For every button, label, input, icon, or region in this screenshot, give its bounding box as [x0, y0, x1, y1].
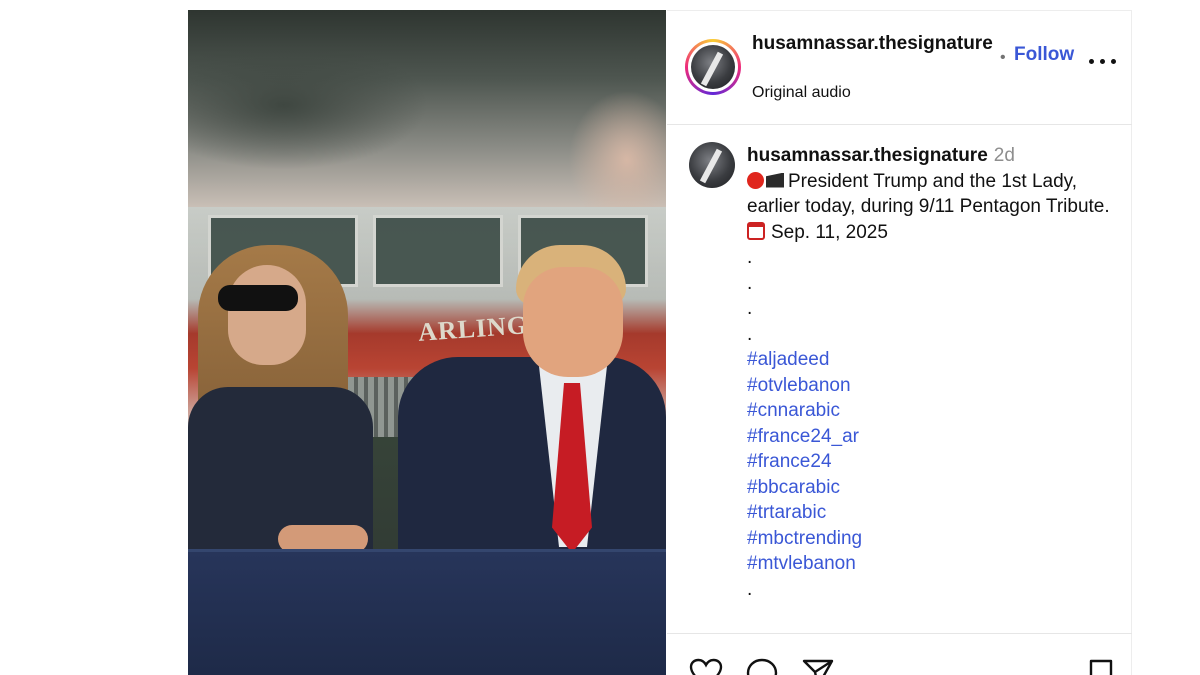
action-bar — [667, 633, 1132, 675]
more-options-icon[interactable] — [1087, 51, 1119, 71]
hashtag-link[interactable]: #france24_ar — [747, 424, 1117, 450]
caption-avatar[interactable] — [689, 142, 735, 188]
header-username[interactable]: husamnassar.thesignature — [752, 31, 997, 57]
hashtag-link[interactable]: #mtvlebanon — [747, 551, 1117, 577]
post-header: husamnassar.thesignature Original audio … — [667, 11, 1132, 125]
caption-dot: . — [747, 323, 753, 345]
hashtag-link[interactable]: #bbcarabic — [747, 475, 1117, 501]
man-figure — [398, 357, 666, 557]
caption-dot: . — [747, 247, 753, 268]
blurred-background — [188, 10, 666, 207]
caption-dot: . — [747, 298, 753, 319]
caption-date: Sep. 11, 2025 — [771, 221, 888, 243]
calendar-icon — [747, 221, 765, 240]
hashtag-link[interactable]: #cnnarabic — [747, 398, 1117, 424]
post-time[interactable]: 2d — [994, 145, 1015, 166]
hashtag-link[interactable]: #trtarabic — [747, 500, 1117, 526]
post-side-panel: husamnassar.thesignature Original audio … — [667, 10, 1132, 675]
separator-dot: • — [1000, 49, 1006, 66]
hashtag-link[interactable]: #france24 — [747, 449, 1117, 475]
profile-avatar[interactable] — [685, 39, 741, 95]
avatar-image — [691, 45, 735, 89]
red-circle-icon — [747, 171, 764, 189]
video-frame: ARLINGTON — [188, 207, 666, 675]
hashtag-link[interactable]: #aljadeed — [747, 347, 1117, 373]
hashtag-link[interactable]: #mbctrending — [747, 526, 1117, 552]
caption-text: President Trump and the 1st Lady, earlie… — [747, 170, 1110, 218]
sunglasses — [218, 285, 298, 311]
hashtag-link[interactable]: #otvlebanon — [747, 373, 1117, 399]
post-media[interactable]: ARLINGTON — [188, 10, 666, 675]
clapper-board-icon — [766, 172, 784, 188]
original-audio-link[interactable]: Original audio — [752, 84, 851, 102]
comment-icon[interactable] — [745, 658, 779, 675]
draped-table — [188, 549, 666, 675]
caption-section: husamnassar.thesignature 2d President Tru… — [667, 125, 1132, 633]
caption-username[interactable]: husamnassar.thesignature — [747, 145, 988, 166]
caption-dot: . — [747, 578, 753, 600]
follow-button[interactable]: Follow — [1014, 44, 1074, 66]
bookmark-icon[interactable] — [1087, 658, 1115, 675]
caption-dot: . — [747, 272, 753, 294]
share-icon[interactable] — [801, 658, 835, 675]
caption-body: husamnassar.thesignature 2d President Tru… — [747, 143, 1117, 602]
heart-icon[interactable] — [689, 658, 723, 675]
